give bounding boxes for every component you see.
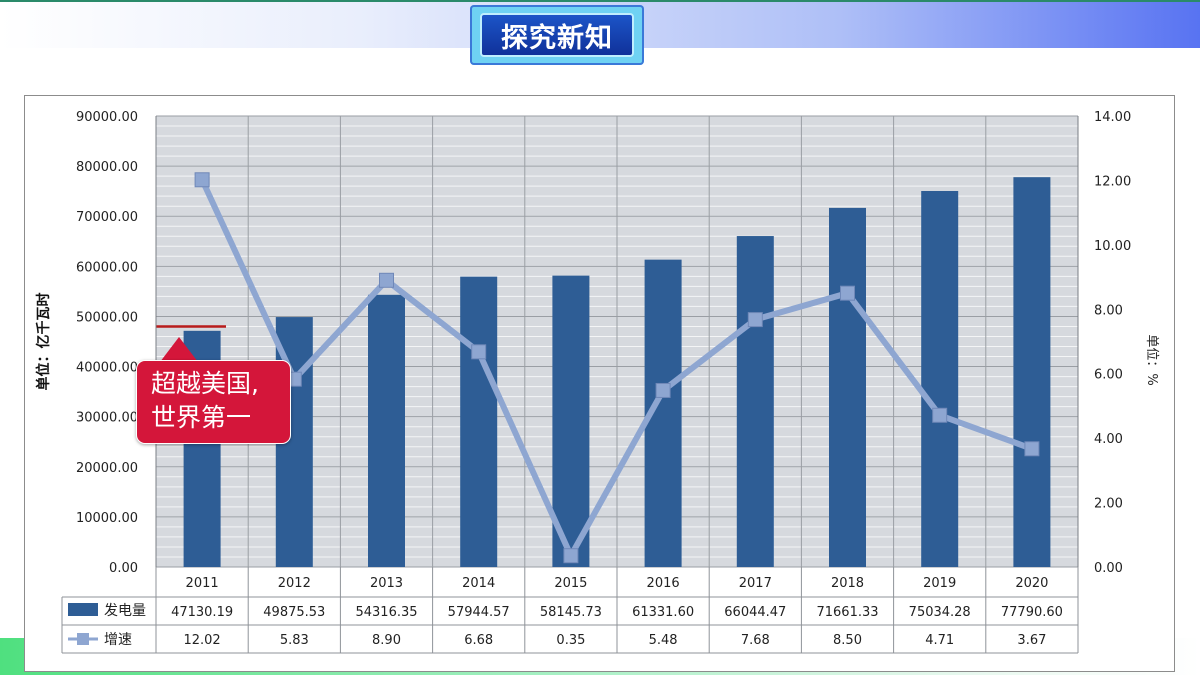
left-tick-label: 50000.00 bbox=[76, 310, 138, 325]
right-tick-label: 14.00 bbox=[1094, 110, 1131, 125]
growth-value-label: 0.35 bbox=[556, 633, 585, 648]
bar-value-label: 57944.57 bbox=[448, 605, 510, 620]
bar-value-label: 66044.47 bbox=[724, 605, 786, 620]
growth-marker-2011 bbox=[194, 172, 210, 188]
legend-label-line: 增速 bbox=[104, 632, 132, 648]
right-tick-label: 12.00 bbox=[1094, 174, 1131, 189]
legend-key-bar bbox=[68, 603, 98, 616]
category-label-2012: 2012 bbox=[278, 576, 311, 591]
category-label-2015: 2015 bbox=[554, 576, 587, 591]
growth-value-label: 6.68 bbox=[464, 633, 493, 648]
growth-value-label: 5.83 bbox=[280, 633, 309, 648]
bar-value-label: 47130.19 bbox=[171, 605, 233, 620]
bar-value-label: 75034.28 bbox=[909, 605, 971, 620]
bar-value-label: 49875.53 bbox=[263, 605, 325, 620]
category-label-2020: 2020 bbox=[1015, 576, 1048, 591]
legend-label-bar: 发电量 bbox=[104, 603, 146, 619]
right-axis-title: 单位：% bbox=[1144, 334, 1159, 385]
left-tick-label: 60000.00 bbox=[76, 260, 138, 275]
growth-marker-2016 bbox=[655, 382, 671, 398]
growth-marker-2019 bbox=[932, 407, 948, 423]
growth-value-label: 4.71 bbox=[925, 633, 954, 648]
bar-2019 bbox=[921, 190, 959, 568]
right-tick-label: 6.00 bbox=[1094, 368, 1123, 383]
legend-key-marker bbox=[77, 633, 89, 645]
category-label-2014: 2014 bbox=[462, 576, 495, 591]
bar-2017 bbox=[736, 236, 774, 567]
growth-marker-2014 bbox=[471, 344, 487, 360]
right-tick-label: 0.00 bbox=[1094, 561, 1123, 576]
growth-marker-2015 bbox=[563, 548, 579, 564]
bar-2014 bbox=[460, 276, 498, 567]
bar-value-label: 58145.73 bbox=[540, 605, 602, 620]
callout-bubble: 超越美国, 世界第一 bbox=[136, 360, 291, 444]
left-tick-label: 0.00 bbox=[109, 561, 138, 576]
left-tick-label: 30000.00 bbox=[76, 411, 138, 426]
bar-2013 bbox=[368, 294, 405, 567]
right-tick-label: 10.00 bbox=[1094, 239, 1131, 254]
bar-value-label: 77790.60 bbox=[1001, 605, 1063, 620]
category-label-2019: 2019 bbox=[923, 576, 956, 591]
callout-pointer bbox=[160, 337, 198, 362]
category-label-2018: 2018 bbox=[831, 576, 864, 591]
bar-value-label: 61331.60 bbox=[632, 605, 694, 620]
callout-line-1: 超越美国, bbox=[151, 369, 259, 398]
growth-value-label: 8.90 bbox=[372, 633, 401, 648]
left-tick-label: 10000.00 bbox=[76, 511, 138, 526]
category-label-2011: 2011 bbox=[186, 576, 219, 591]
bar-value-label: 54316.35 bbox=[355, 605, 417, 620]
growth-value-label: 5.48 bbox=[649, 633, 678, 648]
growth-value-label: 3.67 bbox=[1017, 633, 1046, 648]
growth-value-label: 7.68 bbox=[741, 633, 770, 648]
right-tick-label: 4.00 bbox=[1094, 432, 1123, 447]
growth-marker-2018 bbox=[840, 285, 855, 301]
bar-2020 bbox=[1013, 177, 1051, 567]
growth-value-label: 12.02 bbox=[183, 633, 220, 648]
right-tick-label: 8.00 bbox=[1094, 303, 1123, 318]
callout-line-2: 世界第一 bbox=[151, 403, 252, 432]
left-tick-label: 20000.00 bbox=[76, 461, 138, 476]
bar-value-label: 71661.33 bbox=[816, 605, 878, 620]
bar-2018 bbox=[829, 207, 866, 568]
left-tick-label: 40000.00 bbox=[76, 361, 138, 376]
category-label-2013: 2013 bbox=[370, 576, 403, 591]
category-label-2016: 2016 bbox=[647, 576, 680, 591]
left-axis-title: 单位：亿千瓦时 bbox=[35, 293, 52, 391]
growth-value-label: 8.50 bbox=[833, 633, 862, 648]
growth-marker-2013 bbox=[379, 272, 394, 288]
category-label-2017: 2017 bbox=[739, 576, 772, 591]
left-tick-label: 80000.00 bbox=[76, 160, 138, 175]
left-tick-label: 90000.00 bbox=[76, 110, 138, 125]
right-tick-label: 2.00 bbox=[1094, 497, 1123, 512]
growth-marker-2020 bbox=[1024, 441, 1040, 457]
growth-marker-2017 bbox=[747, 312, 763, 328]
left-tick-label: 70000.00 bbox=[76, 210, 138, 225]
